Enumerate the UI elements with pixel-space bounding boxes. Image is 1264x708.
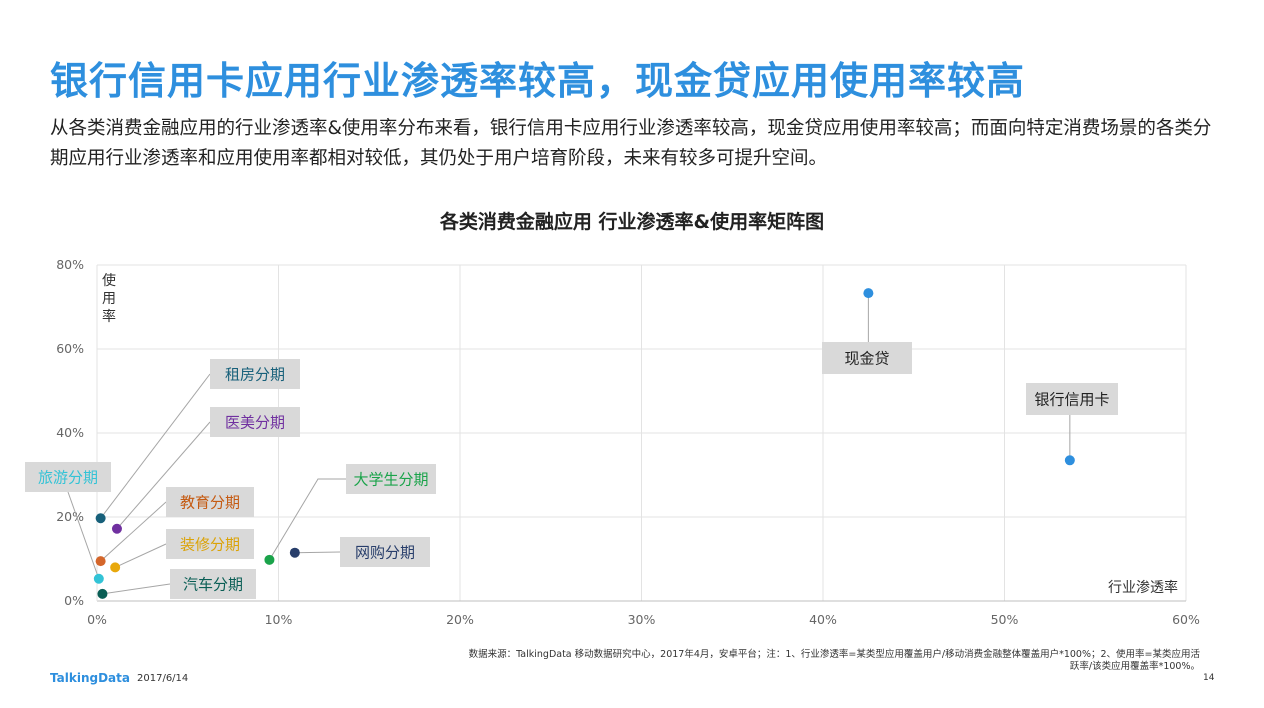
data-point — [264, 554, 275, 565]
y-tick-label: 20% — [56, 509, 84, 524]
x-tick-label: 10% — [265, 612, 293, 627]
leader-line — [102, 583, 171, 595]
point-label: 旅游分期 — [38, 469, 98, 487]
y-tick-label: 80% — [56, 257, 84, 272]
y-tick-label: 0% — [64, 593, 84, 608]
leader-line — [294, 551, 341, 554]
page-number: 14 — [1203, 673, 1215, 683]
point-labels — [25, 342, 1118, 599]
data-point — [93, 573, 104, 584]
point-label: 租房分期 — [225, 366, 285, 384]
x-tick-label: 60% — [1172, 612, 1200, 627]
leader-line — [114, 543, 167, 568]
scatter-chart: 0% 10% 20% 30% 40% 50% 60% 0% 20% 40% 60% 80% 使用率行业渗… — [25, 257, 1200, 627]
x-tick-label: 40% — [809, 612, 837, 627]
point-label: 教育分期 — [180, 494, 240, 512]
data-point — [110, 562, 121, 573]
data-point — [95, 556, 106, 567]
x-tick-label: 0% — [87, 612, 107, 627]
point-label: 现金贷 — [844, 350, 889, 368]
point-label: 汽车分期 — [183, 576, 243, 594]
data-point — [111, 523, 122, 534]
point-label: 大学生分期 — [353, 471, 428, 489]
x-axis-label: 行业渗透率 — [1108, 579, 1178, 596]
data-point — [1064, 455, 1075, 466]
data-point — [863, 288, 874, 299]
brand-logo: TalkingData — [50, 671, 130, 685]
y-tick-label: 60% — [56, 341, 84, 356]
point-label: 装修分期 — [180, 536, 240, 554]
point-label: 网购分期 — [355, 544, 415, 562]
data-point — [95, 513, 106, 524]
x-tick-label: 20% — [446, 612, 474, 627]
leader-line — [67, 491, 100, 579]
source-note: 数据来源：TalkingData 移动数据研究中心，2017年4月，安卓平台；注… — [468, 649, 1200, 672]
leader-line — [268, 478, 346, 561]
x-tick-label: 30% — [628, 612, 656, 627]
point-label: 医美分期 — [225, 414, 285, 432]
point-label: 银行信用卡 — [1034, 391, 1109, 409]
leader-line — [100, 501, 167, 562]
slide-date: 2017/6/14 — [137, 673, 189, 684]
data-point — [289, 547, 300, 558]
y-axis-label: 使用率 — [102, 272, 116, 325]
x-tick-label: 50% — [991, 612, 1019, 627]
data-point — [97, 588, 108, 599]
y-tick-label: 40% — [56, 425, 84, 440]
